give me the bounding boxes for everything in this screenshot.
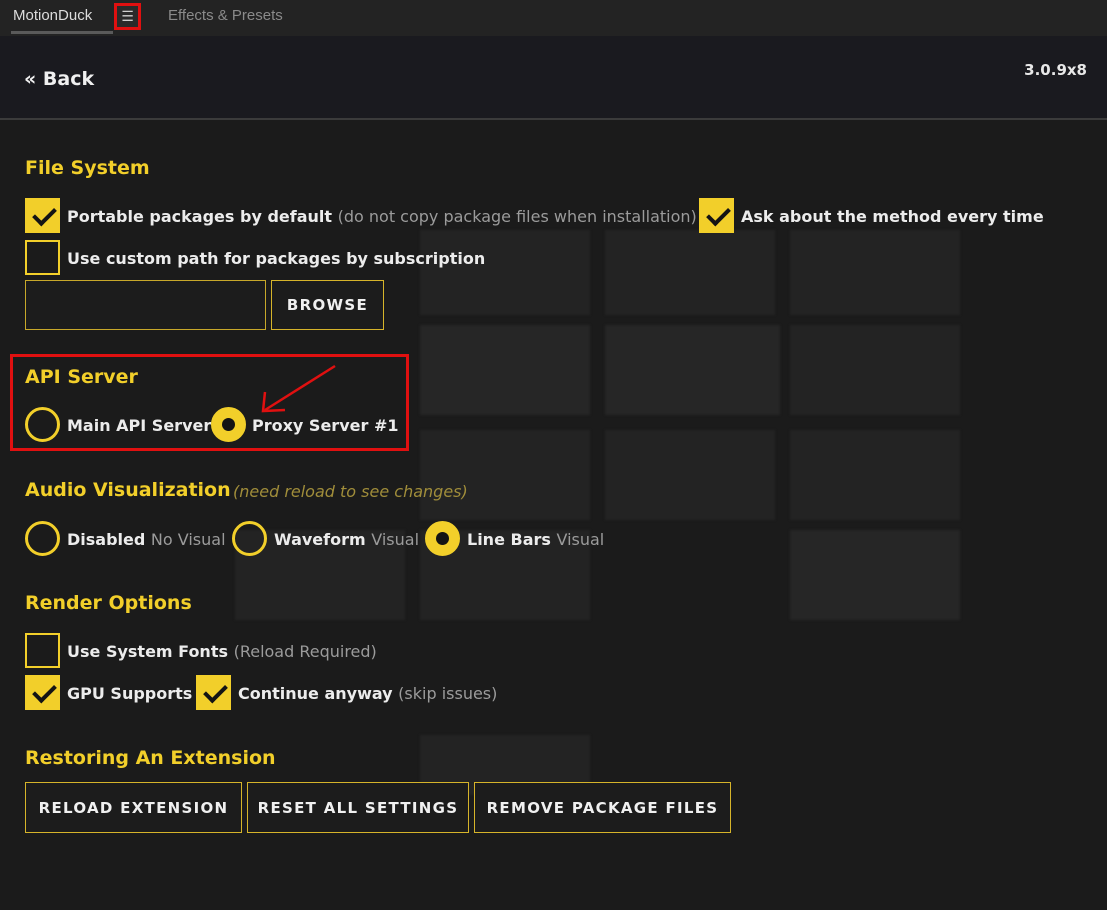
panel-menu-button[interactable]: ☰	[114, 3, 141, 30]
audio-reload-hint: (need reload to see changes)	[233, 482, 468, 501]
back-button[interactable]: « Back	[24, 68, 94, 90]
audio-disabled-radio[interactable]	[25, 521, 60, 556]
proxy-server-label: Proxy Server #1	[252, 416, 399, 435]
tab-motionduck[interactable]: MotionDuck	[13, 7, 92, 24]
panel-tab-bar: MotionDuck ☰ Effects & Presets	[0, 0, 1107, 36]
proxy-server-radio[interactable]	[211, 407, 246, 442]
reload-extension-button[interactable]: RELOAD EXTENSION	[25, 782, 242, 833]
system-fonts-checkbox[interactable]	[25, 633, 60, 668]
tab-effects-presets[interactable]: Effects & Presets	[168, 7, 283, 24]
settings-header	[0, 36, 1107, 120]
audio-disabled-label: Disabled No Visual	[67, 530, 226, 549]
section-title-api-server: API Server	[25, 366, 138, 388]
custom-path-checkbox[interactable]	[25, 240, 60, 275]
gpu-supports-label: GPU Supports	[67, 684, 193, 703]
audio-waveform-radio[interactable]	[232, 521, 267, 556]
hamburger-icon: ☰	[121, 8, 134, 25]
custom-path-label: Use custom path for packages by subscrip…	[67, 249, 486, 268]
audio-line-bars-label: Line Bars Visual	[467, 530, 605, 549]
section-title-render-options: Render Options	[25, 592, 192, 614]
browse-button[interactable]: BROWSE	[271, 280, 384, 330]
section-title-restoring: Restoring An Extension	[25, 747, 276, 769]
audio-waveform-label: Waveform Visual	[274, 530, 420, 549]
audio-line-bars-radio[interactable]	[425, 521, 460, 556]
gpu-supports-checkbox[interactable]	[25, 675, 60, 710]
main-api-server-radio[interactable]	[25, 407, 60, 442]
ask-method-label: Ask about the method every time	[741, 207, 1044, 226]
background-thumbnails	[0, 0, 1107, 910]
active-tab-indicator	[11, 31, 113, 34]
custom-path-input[interactable]	[25, 280, 266, 330]
portable-packages-label: Portable packages by default (do not cop…	[67, 207, 697, 226]
main-api-server-label: Main API Server	[67, 416, 212, 435]
continue-anyway-checkbox[interactable]	[196, 675, 231, 710]
portable-packages-hint: (do not copy package files when installa…	[337, 207, 697, 226]
system-fonts-label: Use System Fonts (Reload Required)	[67, 642, 377, 661]
continue-anyway-label: Continue anyway (skip issues)	[238, 684, 498, 703]
section-title-file-system: File System	[25, 157, 150, 179]
annotation-arrow-icon	[261, 364, 336, 413]
ask-method-checkbox[interactable]	[699, 198, 734, 233]
reset-all-settings-button[interactable]: RESET ALL SETTINGS	[247, 782, 469, 833]
section-title-audio-visualization: Audio Visualization	[25, 479, 231, 501]
remove-package-files-button[interactable]: REMOVE PACKAGE FILES	[474, 782, 731, 833]
portable-packages-checkbox[interactable]	[25, 198, 60, 233]
version-label: 3.0.9x8	[1024, 61, 1087, 79]
